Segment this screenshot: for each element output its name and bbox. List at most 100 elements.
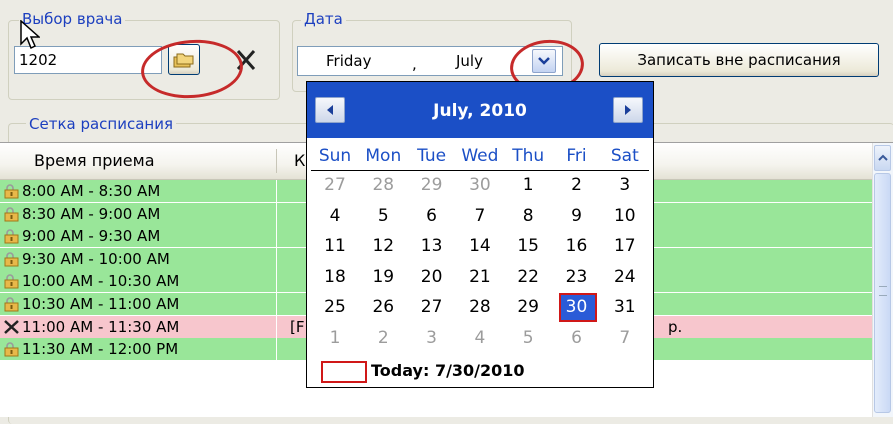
calendar-day[interactable]: 5 — [504, 327, 552, 350]
calendar-day[interactable]: 14 — [456, 235, 504, 258]
calendar-day[interactable]: 20 — [408, 266, 456, 289]
chevron-down-icon — [538, 57, 550, 65]
calendar-day[interactable]: 22 — [504, 266, 552, 289]
calendar-day[interactable]: 13 — [408, 235, 456, 258]
calendar-day[interactable]: 7 — [456, 205, 504, 228]
doctor-lookup-button[interactable] — [168, 44, 200, 75]
calendar-day[interactable]: 19 — [359, 266, 407, 289]
calendar-day[interactable]: 17 — [601, 235, 649, 258]
calendar-day[interactable]: 1 — [311, 327, 359, 350]
weekday-label: Fri — [566, 146, 587, 166]
calendar-day[interactable]: 31 — [601, 296, 649, 319]
calendar-day[interactable]: 24 — [601, 266, 649, 289]
weekday-label: Sat — [610, 146, 639, 166]
weekday-label: Tue — [417, 146, 447, 166]
calendar-month-title[interactable]: July, 2010 — [307, 82, 653, 138]
row-time: 8:00 AM - 8:30 AM — [22, 182, 161, 200]
date-separator: , — [412, 55, 417, 73]
calendar-day-selected[interactable]: 30 — [553, 296, 601, 319]
lock-icon — [3, 273, 20, 289]
calendar-next-button[interactable] — [613, 97, 643, 123]
chevron-right-icon — [625, 105, 631, 115]
calendar-day[interactable]: 28 — [456, 296, 504, 319]
calendar-weekday-row: Sun Mon Tue Wed Thu Fri Sat — [311, 144, 649, 171]
calendar-day[interactable]: 3 — [601, 174, 649, 197]
folders-icon — [173, 53, 194, 67]
calendar-day[interactable]: 4 — [311, 205, 359, 228]
weekday-label: Sun — [318, 146, 352, 166]
row-time: 11:30 AM - 12:00 PM — [22, 340, 179, 359]
weekday-label: Mon — [365, 146, 402, 166]
calendar-day[interactable]: 15 — [504, 235, 552, 258]
calendar-day[interactable]: 29 — [408, 174, 456, 197]
calendar-day[interactable]: 1 — [504, 174, 552, 197]
calendar-today-link[interactable]: Today: 7/30/2010 — [371, 360, 525, 382]
row-client-text-tail: р. — [668, 317, 683, 336]
doctor-code-input[interactable]: 1202 — [14, 46, 162, 74]
calendar-day[interactable]: 6 — [553, 327, 601, 350]
row-client-text: [F — [290, 317, 305, 336]
date-dropdown-button[interactable] — [532, 49, 556, 73]
calendar-day[interactable]: 9 — [553, 205, 601, 228]
row-time: 10:00 AM - 10:30 AM — [22, 272, 180, 291]
scroll-thumb[interactable] — [874, 173, 891, 413]
calendar-day[interactable]: 25 — [311, 296, 359, 319]
row-cell-separator — [276, 225, 277, 248]
calendar-day[interactable]: 6 — [408, 205, 456, 228]
row-time: 9:30 AM - 10:00 AM — [22, 249, 170, 268]
row-cell-separator — [276, 202, 277, 225]
calendar-dropdown[interactable]: July, 2010 Sun Mon Tue Wed Thu Fri Sat 27 28 29 3… — [306, 81, 654, 388]
row-cell-separator — [276, 247, 277, 270]
lock-icon — [3, 296, 20, 312]
calendar-day[interactable]: 11 — [311, 235, 359, 258]
row-time: 11:00 AM - 11:30 AM — [22, 317, 180, 336]
calendar-day[interactable]: 2 — [359, 327, 407, 350]
calendar-day[interactable]: 23 — [553, 266, 601, 289]
column-separator — [276, 149, 277, 173]
row-cell-separator — [276, 270, 277, 293]
lock-icon — [3, 206, 20, 222]
calendar-day[interactable]: 5 — [359, 205, 407, 228]
calendar-day[interactable]: 3 — [408, 327, 456, 350]
row-cell-separator — [276, 315, 277, 338]
lock-icon — [3, 228, 20, 244]
calendar-day[interactable]: 27 — [311, 174, 359, 197]
calendar-header: July, 2010 — [307, 82, 653, 138]
date-picker-field[interactable]: Friday , July — [297, 46, 563, 76]
row-cell-separator — [276, 338, 277, 361]
date-month: July — [456, 52, 483, 70]
today-marker — [321, 361, 367, 383]
row-cell-separator — [276, 180, 277, 202]
close-icon — [236, 50, 256, 70]
scroll-up-button[interactable] — [874, 145, 891, 171]
calendar-day[interactable]: 27 — [408, 296, 456, 319]
calendar-day[interactable]: 8 — [504, 205, 552, 228]
row-time: 8:30 AM - 9:00 AM — [22, 204, 161, 223]
grid-vertical-scrollbar[interactable] — [872, 143, 893, 417]
column-header-client[interactable]: К — [294, 143, 305, 179]
lock-icon — [3, 251, 20, 267]
calendar-day[interactable]: 16 — [553, 235, 601, 258]
calendar-day[interactable]: 28 — [359, 174, 407, 197]
calendar-day[interactable]: 12 — [359, 235, 407, 258]
lock-icon — [3, 341, 20, 357]
calendar-day[interactable]: 26 — [359, 296, 407, 319]
schedule-group-label: Сетка расписания — [26, 115, 176, 133]
row-time: 10:30 AM - 11:00 AM — [22, 295, 180, 313]
calendar-day[interactable]: 4 — [456, 327, 504, 350]
calendar-day[interactable]: 7 — [601, 327, 649, 350]
calendar-day[interactable]: 2 — [553, 174, 601, 197]
calendar-day[interactable]: 29 — [504, 296, 552, 319]
mouse-cursor-icon — [20, 20, 40, 50]
calendar-day[interactable]: 30 — [456, 174, 504, 197]
calendar-day[interactable]: 10 — [601, 205, 649, 228]
chevron-up-icon — [877, 154, 888, 161]
weekday-label: Wed — [461, 146, 499, 166]
clear-doctor-button[interactable] — [232, 46, 260, 74]
calendar-day[interactable]: 18 — [311, 266, 359, 289]
column-header-time[interactable]: Время приема — [34, 143, 155, 179]
close-icon — [3, 319, 20, 335]
date-group-label: Дата — [301, 10, 346, 28]
book-outside-schedule-button[interactable]: Записать вне расписания — [599, 43, 879, 77]
calendar-day[interactable]: 21 — [456, 266, 504, 289]
